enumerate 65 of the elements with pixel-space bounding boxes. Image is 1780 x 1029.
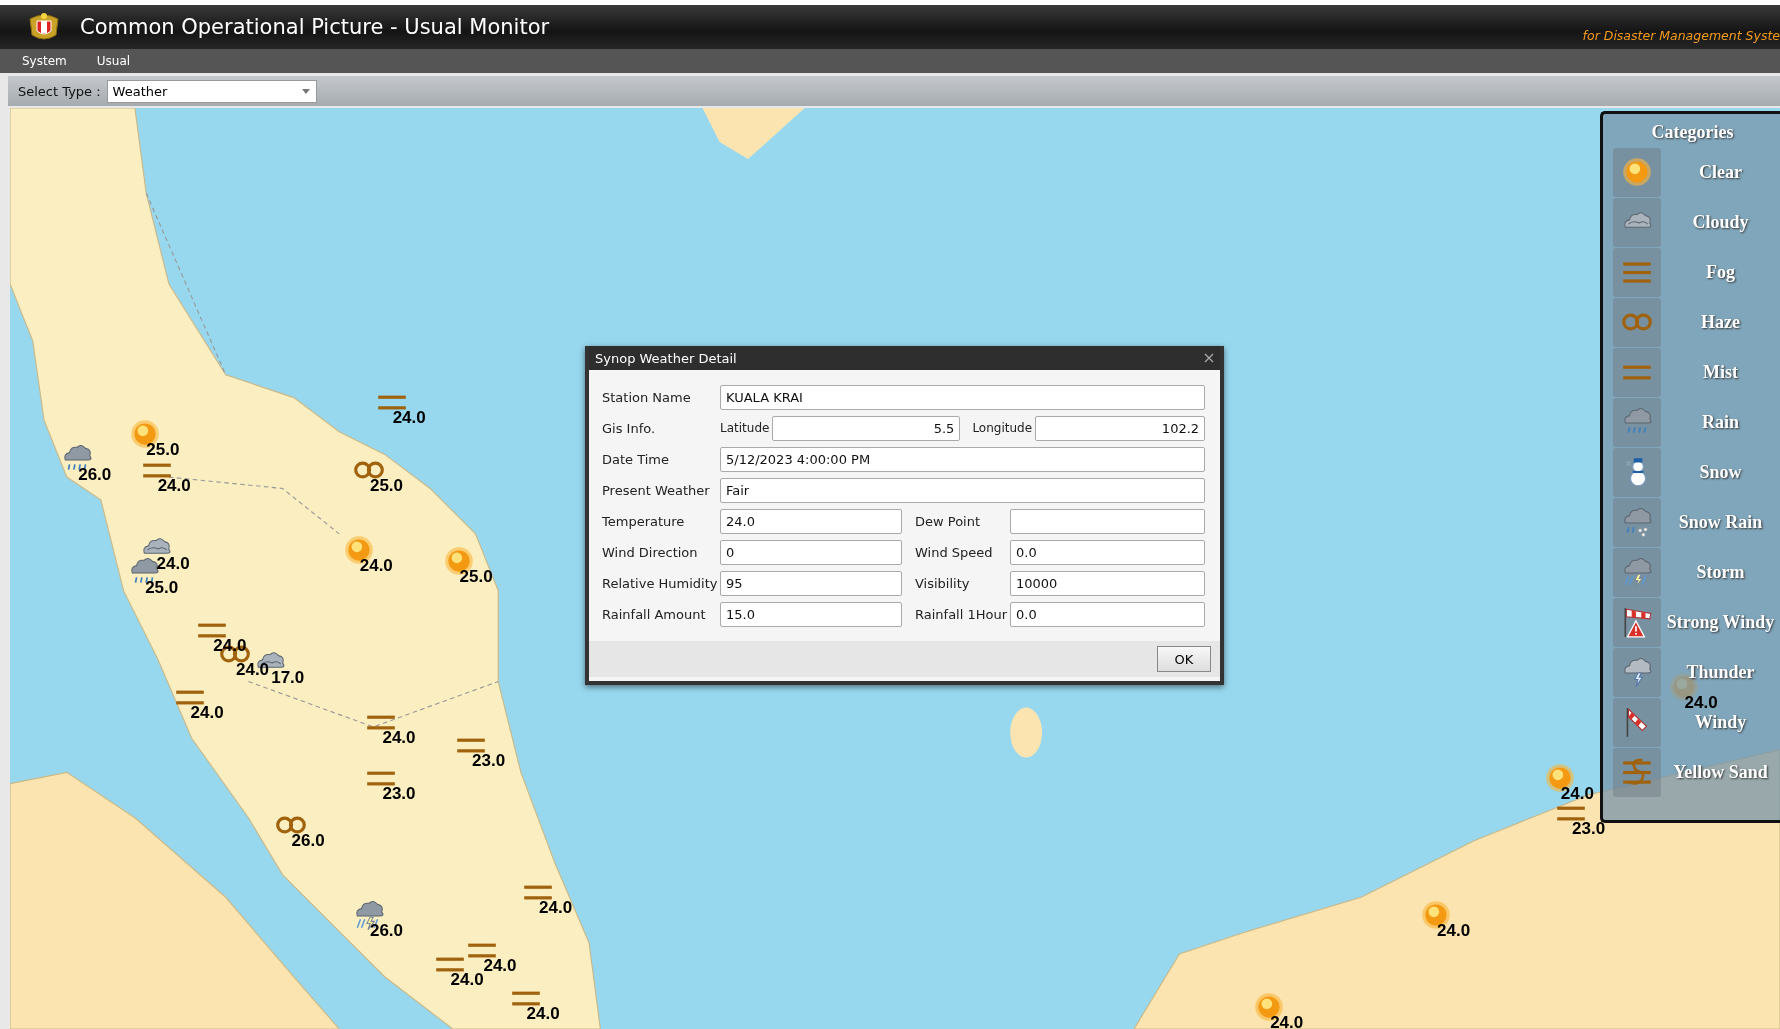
field-label: Rainfall Amount — [602, 606, 707, 622]
field-label: Longitude — [972, 421, 1034, 435]
field-label: Gis Info. — [602, 420, 657, 436]
temperature-reading: 23.0 — [1572, 819, 1606, 837]
text-field[interactable]: 5/12/2023 4:00:00 PM — [720, 446, 1205, 472]
select-type-label: Select Type : — [18, 83, 101, 99]
text-field[interactable]: 10000 — [1010, 570, 1205, 596]
temperature-reading: 24.0 — [392, 409, 426, 426]
temperature-reading: 24.0 — [190, 704, 224, 722]
temperature-reading: 26.0 — [291, 832, 325, 850]
panel-title: Categories — [1650, 122, 1735, 143]
temperature-reading: 26.0 — [78, 465, 112, 483]
field-label: Rainfall 1Hour — [914, 606, 1009, 622]
field-label: Dew Point — [914, 513, 982, 529]
text-field[interactable]: 5.5 — [772, 415, 961, 441]
temperature-reading: 24.0 — [157, 477, 191, 495]
temperature-reading: 25.0 — [146, 440, 180, 458]
temperature-reading: 24.0 — [483, 957, 517, 975]
temperature-reading: 24.0 — [1560, 784, 1594, 802]
app-title: Common Operational Picture - Usual Monitor — [80, 15, 550, 39]
field-label: Temperature — [602, 513, 686, 529]
dialog-title: Synop Weather Detail — [595, 350, 737, 366]
text-field[interactable]: KUALA KRAI — [720, 384, 1205, 410]
temperature-reading: 24.0 — [1270, 1014, 1304, 1029]
temperature-reading: 26.0 — [369, 922, 404, 940]
close-icon[interactable] — [1204, 353, 1214, 363]
text-field[interactable]: 0.0 — [1010, 539, 1205, 565]
caret-icon — [301, 88, 310, 94]
temperature-reading: 24.0 — [236, 661, 270, 678]
temperature-reading: 24.0 — [526, 1004, 560, 1022]
field-label: Relative Humidity — [602, 575, 719, 591]
temperature-reading: 23.0 — [382, 784, 416, 802]
temperature-reading: 24.0 — [359, 556, 393, 574]
text-field[interactable]: 0 — [720, 539, 902, 565]
field-label: Visibility — [914, 575, 971, 591]
field-label: Station Name — [602, 389, 692, 405]
sun-icon — [1620, 155, 1654, 189]
temperature-reading: 25.0 — [369, 477, 404, 495]
temperature-reading: 24.0 — [382, 729, 416, 747]
type-dropdown[interactable]: Weather — [106, 79, 317, 103]
temperature-reading: 25.0 — [459, 567, 493, 585]
text-field[interactable]: 0.0 — [1010, 601, 1205, 627]
temperature-reading: 24.0 — [1437, 922, 1471, 940]
menu-item[interactable]: Usual — [96, 54, 131, 68]
field-label: Present Weather — [602, 482, 711, 498]
temperature-reading: 24.0 — [156, 555, 190, 573]
temperature-reading: 25.0 — [145, 579, 179, 597]
text-field[interactable]: Fair — [720, 477, 1205, 503]
ok-button[interactable]: OK — [1157, 646, 1211, 672]
field-label: Wind Direction — [602, 544, 699, 560]
text-field[interactable]: 24.0 — [720, 508, 902, 534]
field-label: Wind Speed — [914, 544, 994, 560]
text-field[interactable] — [1010, 508, 1205, 534]
temperature-reading: 17.0 — [271, 668, 305, 686]
temperature-reading: 24.0 — [1684, 693, 1718, 711]
field-label: Latitude — [720, 421, 771, 435]
text-field[interactable]: 102.2 — [1035, 415, 1206, 441]
temperature-reading: 24.0 — [539, 899, 573, 917]
text-field[interactable]: 95 — [720, 570, 902, 596]
field-label: Date Time — [602, 451, 671, 467]
temperature-reading: 24.0 — [450, 970, 484, 988]
menu-item[interactable]: System — [22, 54, 67, 68]
text-field[interactable]: 15.0 — [720, 601, 902, 627]
tagline: for Disaster Management Syste — [1582, 28, 1780, 43]
temperature-reading: 23.0 — [472, 751, 506, 769]
